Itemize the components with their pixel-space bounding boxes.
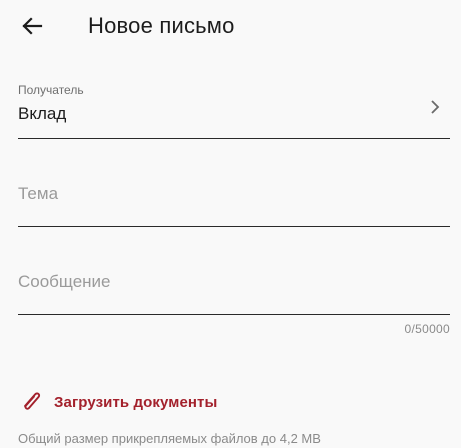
recipient-underline (18, 138, 450, 139)
page-title: Новое письмо (88, 13, 235, 38)
subject-underline (18, 226, 450, 227)
message-placeholder: Сообщение (18, 272, 111, 291)
recipient-label: Получатель (18, 83, 84, 97)
app-header: Новое письмо (0, 0, 461, 56)
attachment-size-hint: Общий размер прикрепляемых файлов до 4,2… (18, 431, 321, 446)
message-underline (18, 314, 450, 315)
paperclip-icon (18, 387, 44, 418)
arrow-left-icon (21, 16, 43, 40)
back-button[interactable] (14, 10, 50, 46)
recipient-value: Вклад (18, 104, 67, 123)
message-char-counter: 0/50000 (404, 322, 450, 336)
subject-placeholder: Тема (18, 184, 59, 203)
chevron-right-icon (428, 98, 442, 116)
upload-documents-button[interactable]: Загрузить документы (18, 388, 217, 416)
message-input[interactable]: Сообщение (18, 262, 450, 320)
recipient-field[interactable]: Получатель Вклад (18, 76, 450, 140)
upload-documents-label: Загрузить документы (54, 393, 218, 411)
subject-input[interactable]: Тема (18, 172, 450, 230)
